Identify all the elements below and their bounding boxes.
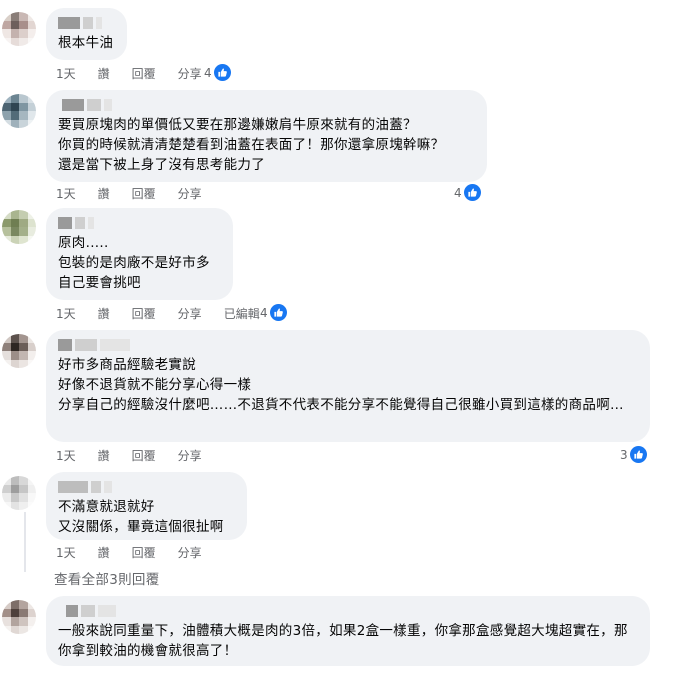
timestamp: 1天: [56, 545, 76, 560]
author-name-redacted[interactable]: [58, 480, 235, 494]
comment-actions: 1天 讚 回覆 分享: [56, 446, 202, 464]
reaction-count[interactable]: 4: [204, 64, 231, 81]
view-all-replies-link[interactable]: 查看全部3則回覆: [54, 568, 160, 588]
comment-actions: 1天 讚 回覆 分享: [56, 543, 202, 561]
author-name-redacted[interactable]: [58, 604, 638, 618]
reply-button[interactable]: 回覆: [132, 305, 156, 322]
avatar[interactable]: [2, 94, 36, 128]
reply-button[interactable]: 回覆: [132, 185, 156, 202]
reaction-count[interactable]: 4: [260, 304, 287, 321]
comment-bubble: 不滿意就退就好 又沒關係，畢竟這個很扯啊: [46, 472, 247, 540]
comment-bubble: 要買原塊肉的單價低又要在那邊嫌嫩肩牛原來就有的油蓋？ 你買的時候就清清楚楚看到油…: [46, 90, 487, 182]
share-button[interactable]: 分享: [178, 65, 202, 82]
comment-bubble: 根本牛油: [46, 8, 127, 60]
author-name-redacted[interactable]: [58, 338, 638, 352]
comment-bubble: 一般來說同重量下，油體積大概是肉的3倍，如果2盒一樣重，你拿那盒感覺超大塊超實在…: [46, 596, 650, 666]
avatar[interactable]: [2, 210, 36, 244]
like-button[interactable]: 讚: [98, 447, 110, 464]
author-name-redacted[interactable]: [58, 16, 115, 30]
comment-text: 原肉..... 包裝的是肉廠不是好市多 自己要會挑吧: [58, 235, 210, 291]
author-name-redacted[interactable]: [58, 216, 221, 230]
like-reaction-icon: [629, 446, 647, 463]
avatar[interactable]: [2, 476, 36, 510]
comment-actions: 1天 讚 回覆 分享 已編輯: [56, 304, 260, 322]
comment-bubble: 好市多商品經驗老實說 好像不退貨就不能分享心得一樣 分享自己的經驗沒什麼吧……不…: [46, 330, 650, 442]
timestamp: 1天: [56, 448, 76, 463]
comment-text: 要買原塊肉的單價低又要在那邊嫌嫩肩牛原來就有的油蓋？ 你買的時候就清清楚楚看到油…: [58, 117, 445, 173]
comment-text: 好市多商品經驗老實說 好像不退貨就不能分享心得一樣 分享自己的經驗沒什麼吧……不…: [58, 357, 624, 413]
like-button[interactable]: 讚: [98, 544, 110, 561]
timestamp: 1天: [56, 66, 76, 81]
edited-label: 已編輯: [223, 306, 260, 321]
comment-actions: 1天 讚 回覆 分享: [56, 184, 202, 202]
like-reaction-icon: [463, 184, 481, 201]
like-button[interactable]: 讚: [98, 305, 110, 322]
avatar[interactable]: [2, 334, 36, 368]
reply-button[interactable]: 回覆: [132, 65, 156, 82]
like-reaction-icon: [269, 304, 287, 321]
comment-text: 不滿意就退就好 又沒關係，畢竟這個很扯啊: [58, 499, 224, 535]
share-button[interactable]: 分享: [178, 185, 202, 202]
timestamp: 1天: [56, 186, 76, 201]
share-button[interactable]: 分享: [178, 447, 202, 464]
share-button[interactable]: 分享: [178, 544, 202, 561]
thread-line: [24, 512, 26, 572]
reaction-count[interactable]: 3: [620, 446, 647, 463]
reply-button[interactable]: 回覆: [132, 544, 156, 561]
comment-text: 一般來說同重量下，油體積大概是肉的3倍，如果2盒一樣重，你拿那盒感覺超大塊超實在…: [58, 623, 628, 659]
avatar[interactable]: [2, 12, 36, 46]
reply-button[interactable]: 回覆: [132, 447, 156, 464]
timestamp: 1天: [56, 306, 76, 321]
like-reaction-icon: [213, 64, 231, 81]
comment-text: 根本牛油: [58, 35, 114, 51]
comment-actions: 1天 讚 回覆 分享: [56, 64, 202, 82]
comment-bubble: 原肉..... 包裝的是肉廠不是好市多 自己要會挑吧: [46, 208, 233, 300]
like-button[interactable]: 讚: [98, 185, 110, 202]
like-button[interactable]: 讚: [98, 65, 110, 82]
reaction-count[interactable]: 4: [454, 184, 481, 201]
share-button[interactable]: 分享: [178, 305, 202, 322]
author-name-redacted[interactable]: [58, 98, 475, 112]
avatar[interactable]: [2, 600, 36, 634]
